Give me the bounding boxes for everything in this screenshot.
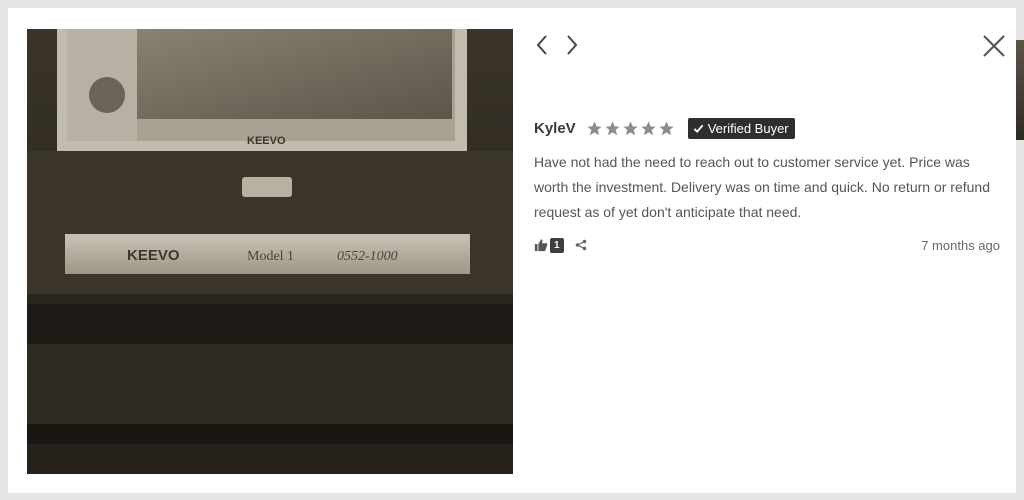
star-icon	[641, 120, 656, 135]
reviewer-name: KyleV	[534, 119, 576, 137]
previous-review-button[interactable]	[532, 34, 552, 56]
star-icon	[587, 120, 602, 135]
review-photo: KEEVO KEEVO Model 1 0552-1000	[27, 29, 513, 474]
close-icon	[983, 35, 1005, 57]
next-review-button[interactable]	[562, 34, 582, 56]
review-header: KyleV Verified Buyer	[534, 116, 1000, 140]
star-icon	[659, 120, 674, 135]
product-photo-svg: KEEVO KEEVO Model 1 0552-1000	[27, 29, 513, 474]
top-brand-text: KEEVO	[247, 135, 286, 147]
plate-serial-text: 0552-1000	[337, 249, 398, 264]
plate-model-text: Model 1	[247, 249, 294, 264]
review-lightbox: KEEVO KEEVO Model 1 0552-1000 KyleV Veri…	[8, 8, 1016, 493]
review-date: 7 months ago	[921, 237, 1000, 253]
helpful-vote-count: 1	[550, 237, 564, 253]
review-content: KyleV Verified Buyer Have not had the ne…	[534, 116, 1000, 255]
chevron-left-icon	[536, 35, 547, 55]
star-rating	[586, 120, 675, 137]
close-button[interactable]	[982, 34, 1006, 58]
plate-brand-text: KEEVO	[127, 247, 180, 264]
review-text: Have not had the need to reach out to cu…	[534, 154, 990, 220]
chevron-right-icon	[567, 35, 578, 55]
review-navigation	[532, 34, 582, 56]
background-page-edge	[1016, 40, 1024, 140]
verified-buyer-badge: Verified Buyer	[687, 117, 795, 139]
badge-label: Verified Buyer	[707, 120, 789, 136]
share-icon[interactable]	[575, 239, 587, 251]
checkmark-icon	[693, 124, 704, 133]
review-footer: 1 7 months ago	[534, 235, 1000, 255]
thumbs-up-icon[interactable]	[534, 238, 548, 252]
star-icon	[623, 120, 638, 135]
star-icon	[605, 120, 620, 135]
